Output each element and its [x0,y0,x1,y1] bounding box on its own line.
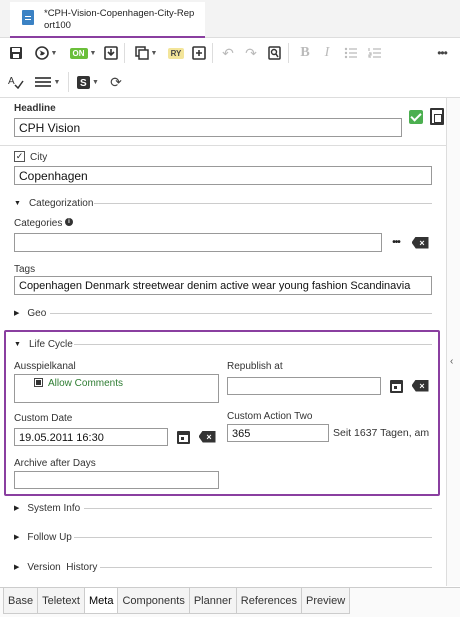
allow-comments-checkbox[interactable] [34,378,43,387]
section-divider [94,203,432,204]
tags-label: Tags [14,264,36,275]
tab-base[interactable]: Base [3,588,39,614]
tab-planner[interactable]: Planner [188,588,237,614]
refresh-icon[interactable]: ⟳ [106,71,126,93]
toolbar-divider [124,43,125,63]
follow-up-section-toggle[interactable]: ▶ Follow Up [14,530,72,544]
tab-components[interactable]: Components [117,588,190,614]
custom-action-two-input[interactable]: 365 [227,424,329,442]
section-divider [84,508,432,509]
calendar-icon[interactable] [388,378,404,394]
paragraph-style-icon[interactable]: ▼ [30,71,64,93]
geo-section-toggle[interactable]: ▶ Geo [14,306,46,320]
document-tab[interactable]: *CPH-Vision-Copenhagen-City-Report100 [10,2,205,38]
undo-icon[interactable]: ↶ [218,42,238,64]
toolbar-divider [68,72,69,92]
allow-comments-option[interactable]: Allow Comments [48,376,123,392]
chevron-right-icon: ▶ [14,564,20,571]
categories-clear-icon[interactable]: × [410,236,430,249]
headline-input[interactable]: CPH Vision [14,118,402,137]
custom-date-clear-icon[interactable]: × [197,430,217,443]
ry-button[interactable]: RY [166,42,186,64]
side-panel-strip: ‹ [446,98,460,586]
tags-input[interactable]: Copenhagen Denmark streetwear denim acti… [14,276,432,295]
chevron-right-icon: ▶ [14,310,20,317]
custom-date-label: Custom Date [14,413,73,424]
chevron-right-icon: ▶ [14,505,20,512]
divider [0,145,446,146]
republish-at-label: Republish at [227,361,283,372]
redo-icon[interactable]: ↷ [241,42,261,64]
bottom-tab-bar: Base Teletext Meta Components Planner Referen… [0,587,460,617]
tab-meta[interactable]: Meta [84,588,119,614]
follow-up-label: Follow Up [27,531,72,543]
version-history-section-toggle[interactable]: ▶ Version History [14,560,97,574]
city-checkbox[interactable]: ✓ [14,151,25,162]
import-icon[interactable] [101,42,121,64]
bold-icon[interactable]: B [296,42,314,64]
online-badge: ON [69,47,88,59]
section-divider [74,537,432,538]
ry-badge: RY [167,47,185,59]
headline-approved-check-icon[interactable] [407,108,425,126]
document-tab-bar: *CPH-Vision-Copenhagen-City-Report100 [0,0,460,38]
save-icon[interactable] [6,42,26,64]
pdf-export-icon[interactable] [428,106,446,126]
city-input[interactable]: Copenhagen [14,166,432,185]
chevron-right-icon: ▶ [14,534,20,541]
section-divider [74,344,432,345]
republish-at-input[interactable] [227,377,381,395]
system-info-label: System Info [27,502,81,514]
svg-text:A: A [8,76,15,87]
toolbar-divider [288,43,289,63]
bullet-list-icon[interactable] [342,42,360,64]
geo-label: Geo [27,307,47,319]
document-icon [22,10,34,25]
svg-text:S: S [80,78,87,89]
italic-icon[interactable]: I [318,42,336,64]
republish-clear-icon[interactable]: × [410,379,430,392]
special-characters-icon[interactable]: S ▼ [73,71,103,93]
calendar-icon[interactable] [175,429,191,445]
numbered-list-icon[interactable] [366,42,384,64]
ausspielkanal-label: Ausspielkanal [14,361,76,372]
chevron-down-icon: ▼ [14,340,21,348]
metadata-form: Headline CPH Vision ✓ City Copenhagen ▼ C… [0,98,446,586]
tab-preview[interactable]: Preview [301,588,351,614]
chevron-down-icon: ▼ [14,199,21,207]
custom-action-two-label: Custom Action Two [227,411,313,422]
spellcheck-icon[interactable]: A [6,71,26,93]
categories-more-button[interactable]: ••• [388,235,404,249]
version-history-label: Version History [27,561,98,573]
info-icon[interactable]: i [65,218,73,226]
categorization-section-toggle[interactable]: ▼ Categorization [14,196,93,210]
document-tab-title: *CPH-Vision-Copenhagen-City-Report100 [44,8,195,31]
publish-globe-icon[interactable]: ▼ [30,42,62,64]
archive-after-days-input[interactable] [14,471,219,489]
categorization-label: Categorization [28,197,94,209]
more-options-icon[interactable]: ••• [432,42,452,64]
section-divider [50,313,432,314]
toolbar-divider [212,43,213,63]
online-status-toggle[interactable]: ON ▼ [68,42,98,64]
city-label: City [30,152,48,163]
tab-references[interactable]: References [235,588,303,614]
lifecycle-label: Life Cycle [28,338,73,350]
categories-input[interactable] [14,233,382,252]
editor-toolbar: ▼ ON ▼ ▼ RY ↶ ↷ B I ••• A ▼ S ▼ ⟳ [0,38,460,98]
system-info-section-toggle[interactable]: ▶ System Info [14,501,80,515]
ausspielkanal-listbox[interactable]: Allow Comments [14,374,219,403]
custom-date-input[interactable]: 19.05.2011 16:30 [14,428,168,446]
collapse-panel-chevron-icon[interactable]: ‹ [450,356,453,367]
categories-label: Categories [14,218,63,229]
find-icon[interactable] [264,42,284,64]
archive-after-days-label: Archive after Days [14,458,96,469]
add-element-icon[interactable] [189,42,209,64]
custom-action-two-note: Seit 1637 Tagen, am [333,427,430,439]
tab-teletext[interactable]: Teletext [37,588,85,614]
headline-label: Headline [14,103,56,114]
lifecycle-section-toggle[interactable]: ▼ Life Cycle [14,337,73,351]
section-divider [100,567,432,568]
copy-icon[interactable]: ▼ [130,42,162,64]
